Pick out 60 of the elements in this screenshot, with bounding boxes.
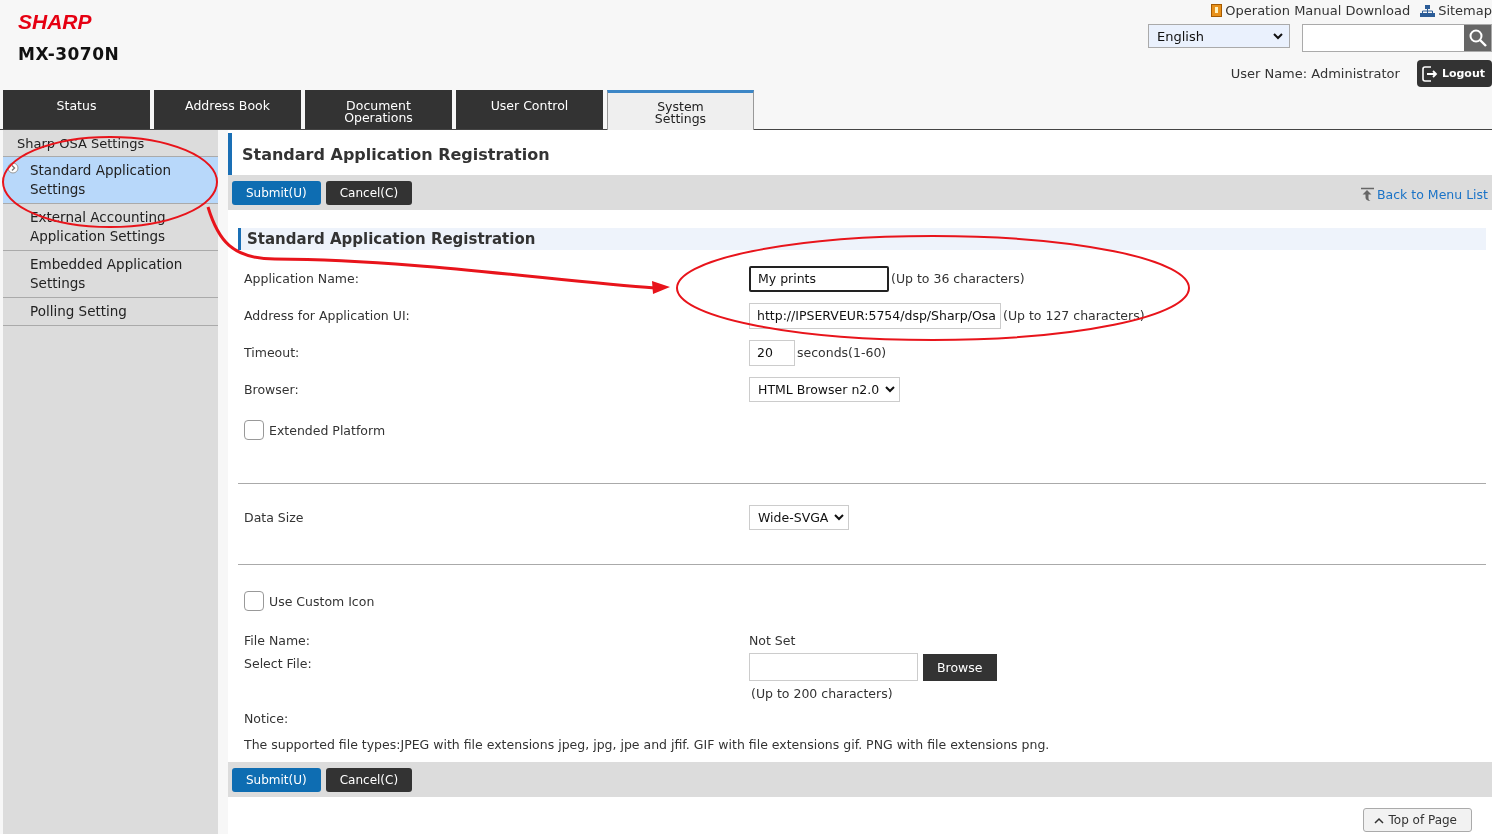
nav-tab[interactable]: Status	[3, 90, 150, 129]
checkbox[interactable]	[244, 420, 264, 440]
chevron-circle-icon	[7, 162, 19, 174]
checkbox[interactable]	[244, 591, 264, 611]
field-label: Browser:	[244, 382, 300, 397]
dropdown[interactable]: HTML Browser n2.0	[749, 377, 901, 402]
chevron-up-icon	[1373, 816, 1384, 824]
brand-logo: SHARP	[18, 10, 93, 34]
field-hint: (Up to 36 characters)	[891, 271, 1025, 286]
chevron-down-icon	[1273, 32, 1283, 40]
logout-button[interactable]: Logout	[1416, 60, 1492, 87]
chevron-down-icon	[885, 386, 896, 393]
sitemap-icon	[1420, 4, 1436, 17]
language-select[interactable]: English	[1148, 24, 1290, 48]
page-title: Standard Application Registration	[242, 144, 550, 164]
sitemap-link[interactable]: Sitemap	[1420, 3, 1492, 18]
user-name: User Name: Administrator	[1230, 66, 1400, 81]
text-field[interactable]: http://IPSERVEUR:5754/dsp/Sharp/Osa	[749, 302, 1001, 329]
notice-label: Notice:	[244, 711, 290, 726]
field-label: File Name:	[244, 632, 311, 648]
field-label: Application Name:	[244, 271, 360, 286]
sidebar-item[interactable]: Polling Setting	[3, 298, 218, 326]
file-path-field[interactable]	[749, 653, 918, 681]
cancel-button[interactable]: Cancel(C)	[325, 180, 413, 205]
back-to-menu-link[interactable]: Back to Menu List	[1360, 186, 1488, 202]
search-button[interactable]	[1464, 25, 1491, 51]
field-value: Not Set	[749, 632, 797, 648]
book-icon	[1211, 4, 1223, 17]
nav-tab[interactable]: Document Operations	[305, 90, 452, 129]
nav-tab[interactable]: User Control	[456, 90, 603, 129]
checkbox-label: Use Custom Icon	[269, 593, 375, 609]
cancel-button[interactable]: Cancel(C)	[325, 767, 413, 792]
model-name: MX-3070N	[18, 44, 120, 64]
notice-text: The supported file types:JPEG with file extensions jpeg, jpg, jpe and jfif. GIF with file extensions gif. PNG with file extensions png.	[244, 737, 1051, 752]
nav-tab[interactable]: Address Book	[154, 90, 301, 129]
unit-label: seconds(1-60)	[797, 345, 887, 360]
field-hint: (Up to 127 characters)	[1003, 308, 1145, 323]
field-label: Data Size	[244, 510, 305, 525]
sidebar-item[interactable]: Standard Application Settings	[3, 157, 218, 204]
return-arrow-icon	[1360, 186, 1375, 202]
field-hint: (Up to 200 characters)	[751, 686, 894, 701]
sidebar-item[interactable]: Embedded Application Settings	[3, 251, 218, 298]
dropdown[interactable]: Wide-SVGA	[749, 505, 850, 530]
number-field[interactable]: 20	[749, 339, 795, 366]
checkbox-label: Extended Platform	[269, 422, 386, 438]
browse-button[interactable]: Browse	[923, 653, 997, 681]
field-label: Select File:	[244, 655, 313, 671]
manual-link[interactable]: Operation Manual Download	[1211, 3, 1411, 18]
text-field[interactable]: My prints	[749, 265, 889, 292]
field-label: Timeout:	[244, 345, 301, 360]
field-label: Address for Application UI:	[244, 308, 411, 323]
nav-tab[interactable]: System Settings	[607, 90, 754, 130]
chevron-down-icon	[834, 514, 845, 521]
search-field[interactable]	[1302, 24, 1492, 52]
logout-icon	[1421, 65, 1438, 82]
submit-button[interactable]: Submit(U)	[232, 180, 321, 205]
section-heading: Standard Application Registration	[238, 228, 1486, 250]
search-icon	[1468, 29, 1487, 47]
submit-button[interactable]: Submit(U)	[232, 767, 321, 792]
top-of-page-button[interactable]: Top of Page	[1362, 808, 1472, 832]
